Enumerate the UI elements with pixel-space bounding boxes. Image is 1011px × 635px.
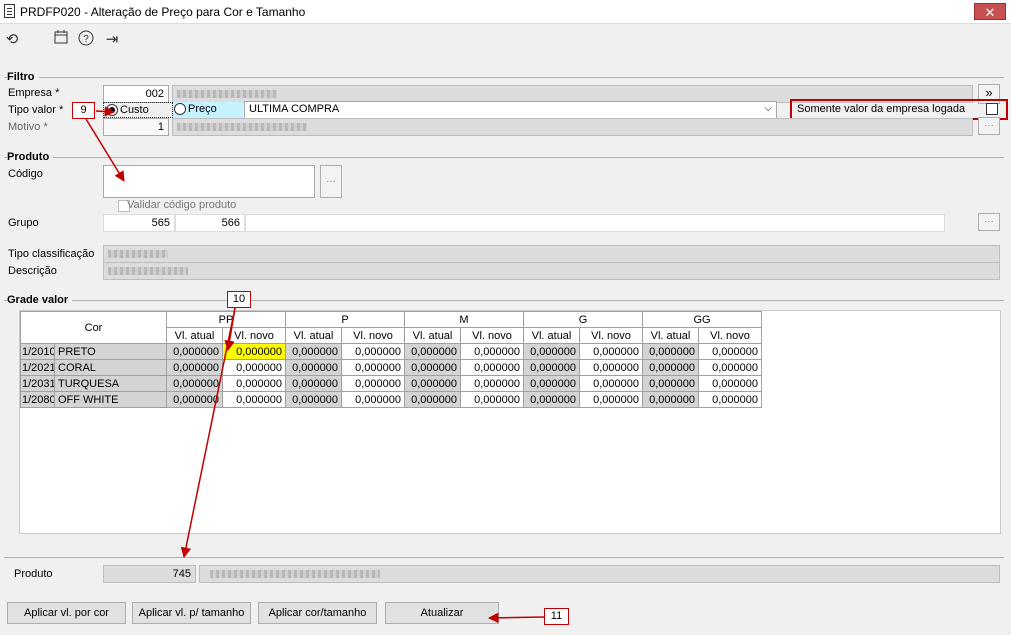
arrow-9-a — [95, 106, 116, 117]
annotation-arrows — [85, 106, 545, 624]
arrow-11 — [487, 612, 545, 624]
arrow-9-b — [85, 118, 125, 182]
arrow-10-b — [180, 307, 236, 559]
